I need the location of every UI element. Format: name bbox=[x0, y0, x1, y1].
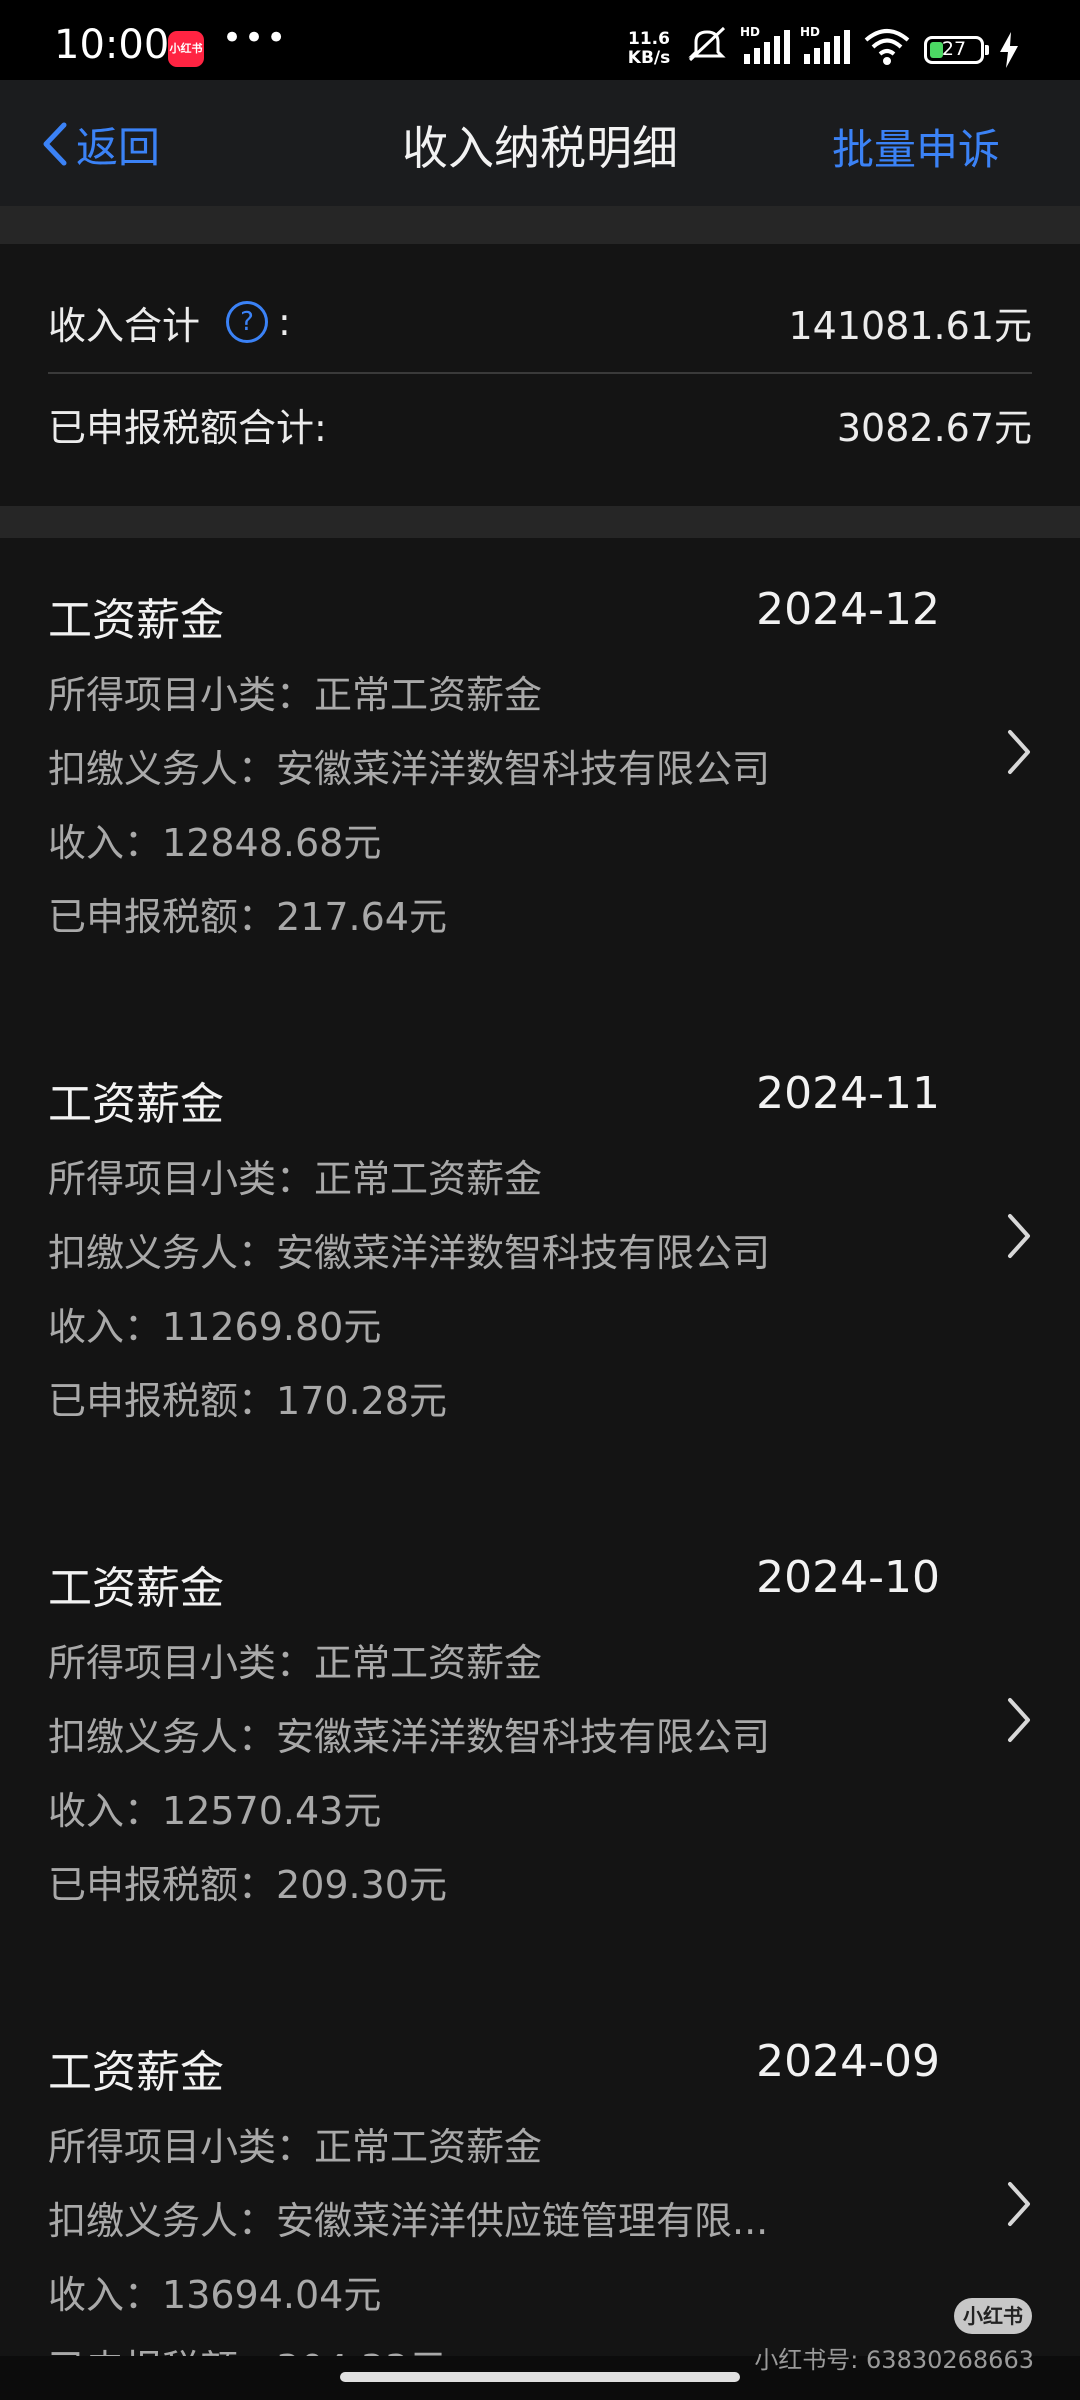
income-value: 12848.68元 bbox=[162, 821, 382, 865]
record-subcategory: 所得项目小类：正常工资薪金 bbox=[48, 1632, 542, 1687]
subcategory-label: 所得项目小类： bbox=[48, 673, 315, 717]
record-income: 收入：12848.68元 bbox=[48, 812, 381, 867]
status-bar: 10:00 小红书 ••• 11.6 KB/s HD HD 27 bbox=[0, 0, 1080, 80]
record-title: 工资薪金 bbox=[48, 595, 224, 646]
tax-value: 209.30元 bbox=[276, 1863, 447, 1907]
tax-total-row: 已申报税额合计: 3082.67元 bbox=[48, 374, 1032, 474]
income-record-item[interactable]: 工资薪金 2024-10 所得项目小类：正常工资薪金 扣缴义务人：安徽菜洋洋数智… bbox=[0, 1506, 1080, 1990]
income-value: 12570.43元 bbox=[162, 1789, 382, 1833]
income-value: 11269.80元 bbox=[162, 1305, 382, 1349]
income-label: 收入： bbox=[48, 1789, 163, 1833]
income-total-colon: : bbox=[278, 300, 291, 344]
batch-appeal-button[interactable]: 批量申诉 bbox=[832, 116, 1000, 177]
income-label: 收入： bbox=[48, 2273, 163, 2317]
wifi-icon bbox=[864, 29, 910, 65]
more-notifications-icon: ••• bbox=[222, 18, 289, 58]
record-withholder: 扣缴义务人：安徽菜洋洋供应链管理有限... bbox=[48, 2190, 768, 2245]
withholder-label: 扣缴义务人： bbox=[48, 747, 277, 791]
record-subcategory: 所得项目小类：正常工资薪金 bbox=[48, 2116, 542, 2171]
section-separator bbox=[0, 206, 1080, 244]
record-date: 2024-12 bbox=[756, 584, 940, 635]
svg-text:HD: HD bbox=[800, 25, 820, 39]
subcategory-label: 所得项目小类： bbox=[48, 2125, 315, 2169]
tax-label: 已申报税额： bbox=[48, 1379, 277, 1423]
hd-signal-icon-2: HD bbox=[800, 25, 850, 64]
withholder-label: 扣缴义务人： bbox=[48, 1715, 277, 1759]
record-date: 2024-10 bbox=[756, 1552, 940, 1603]
chevron-right-icon bbox=[1008, 1698, 1030, 1742]
navigation-bar: 返回 收入纳税明细 批量申诉 bbox=[0, 80, 1080, 206]
record-tax: 已申报税额：304.33元 bbox=[48, 2338, 447, 2356]
tax-total-label: 已申报税额合计: bbox=[48, 405, 327, 450]
chevron-right-icon bbox=[1008, 2182, 1030, 2226]
record-title: 工资薪金 bbox=[48, 1079, 224, 1130]
network-speed: 11.6 KB/s bbox=[624, 30, 674, 68]
record-subcategory: 所得项目小类：正常工资薪金 bbox=[48, 1148, 542, 1203]
status-time: 10:00 bbox=[54, 22, 170, 68]
subcategory-label: 所得项目小类： bbox=[48, 1157, 315, 1201]
home-indicator[interactable] bbox=[340, 2372, 740, 2382]
record-income: 收入：12570.43元 bbox=[48, 1780, 381, 1835]
summary-card: 收入合计 ? : 141081.61元 已申报税额合计: 3082.67元 bbox=[0, 244, 1080, 506]
withholder-value: 安徽菜洋洋数智科技有限公司 bbox=[276, 1231, 771, 1275]
subcategory-value: 正常工资薪金 bbox=[314, 2125, 543, 2169]
chevron-right-icon bbox=[1008, 1214, 1030, 1258]
income-label: 收入： bbox=[48, 1305, 163, 1349]
record-subcategory: 所得项目小类：正常工资薪金 bbox=[48, 664, 542, 719]
subcategory-value: 正常工资薪金 bbox=[314, 1641, 543, 1685]
tax-value: 217.64元 bbox=[276, 895, 447, 939]
income-total-value: 141081.61元 bbox=[788, 303, 1033, 348]
record-title: 工资薪金 bbox=[48, 1563, 224, 1614]
watermark-id: 小红书号: 63830268663 bbox=[754, 2346, 1034, 2374]
tax-label: 已申报税额： bbox=[48, 2347, 276, 2356]
withholder-value: 安徽菜洋洋数智科技有限公司 bbox=[276, 747, 771, 791]
tax-value: 304.33元 bbox=[276, 2347, 447, 2356]
svg-text:HD: HD bbox=[740, 25, 760, 39]
record-tax: 已申报税额：209.30元 bbox=[48, 1854, 447, 1909]
income-record-item[interactable]: 工资薪金 2024-09 所得项目小类：正常工资薪金 扣缴义务人：安徽菜洋洋供应… bbox=[0, 1990, 1080, 2356]
chevron-right-icon bbox=[1008, 730, 1030, 774]
watermark-logo: 小红书 bbox=[954, 2298, 1032, 2334]
battery-icon: 27 bbox=[924, 36, 989, 64]
network-speed-value: 11.6 bbox=[628, 29, 670, 49]
subcategory-value: 正常工资薪金 bbox=[314, 1157, 543, 1201]
help-question-icon[interactable]: ? bbox=[226, 301, 269, 343]
tax-value: 170.28元 bbox=[276, 1379, 447, 1423]
hd-signal-icon: HD bbox=[740, 25, 790, 64]
mute-bell-icon bbox=[688, 26, 726, 62]
income-label: 收入： bbox=[48, 821, 163, 865]
tax-total-value: 3082.67元 bbox=[836, 405, 1032, 450]
record-tax: 已申报税额：217.64元 bbox=[48, 886, 447, 941]
record-withholder: 扣缴义务人：安徽菜洋洋数智科技有限公司 bbox=[48, 738, 770, 793]
record-date: 2024-09 bbox=[756, 2036, 940, 2087]
record-withholder: 扣缴义务人：安徽菜洋洋数智科技有限公司 bbox=[48, 1706, 770, 1761]
income-total-row: 收入合计 ? : 141081.61元 bbox=[48, 272, 1032, 372]
subcategory-value: 正常工资薪金 bbox=[314, 673, 543, 717]
tax-label: 已申报税额： bbox=[48, 1863, 277, 1907]
tax-label: 已申报税额： bbox=[48, 895, 277, 939]
section-separator-2 bbox=[0, 506, 1080, 538]
record-withholder: 扣缴义务人：安徽菜洋洋数智科技有限公司 bbox=[48, 1222, 770, 1277]
record-date: 2024-11 bbox=[756, 1068, 940, 1119]
withholder-label: 扣缴义务人： bbox=[48, 2199, 277, 2243]
battery-level: 27 bbox=[941, 38, 967, 60]
record-income: 收入：13694.04元 bbox=[48, 2264, 381, 2319]
record-income: 收入：11269.80元 bbox=[48, 1296, 381, 1351]
xiaohongshu-app-icon: 小红书 bbox=[168, 31, 204, 67]
subcategory-label: 所得项目小类： bbox=[48, 1641, 315, 1685]
income-value: 13694.04元 bbox=[162, 2273, 382, 2317]
income-total-label: 收入合计 bbox=[48, 303, 201, 348]
income-record-item[interactable]: 工资薪金 2024-12 所得项目小类：正常工资薪金 扣缴义务人：安徽菜洋洋数智… bbox=[0, 538, 1080, 1022]
withholder-label: 扣缴义务人： bbox=[48, 1231, 277, 1275]
income-record-item[interactable]: 工资薪金 2024-11 所得项目小类：正常工资薪金 扣缴义务人：安徽菜洋洋数智… bbox=[0, 1022, 1080, 1506]
withholder-value: 安徽菜洋洋供应链管理有限... bbox=[276, 2199, 769, 2243]
withholder-value: 安徽菜洋洋数智科技有限公司 bbox=[276, 1715, 771, 1759]
charging-bolt-icon bbox=[1000, 32, 1018, 68]
record-title: 工资薪金 bbox=[48, 2047, 224, 2098]
network-speed-unit: KB/s bbox=[627, 48, 671, 68]
record-tax: 已申报税额：170.28元 bbox=[48, 1370, 447, 1425]
